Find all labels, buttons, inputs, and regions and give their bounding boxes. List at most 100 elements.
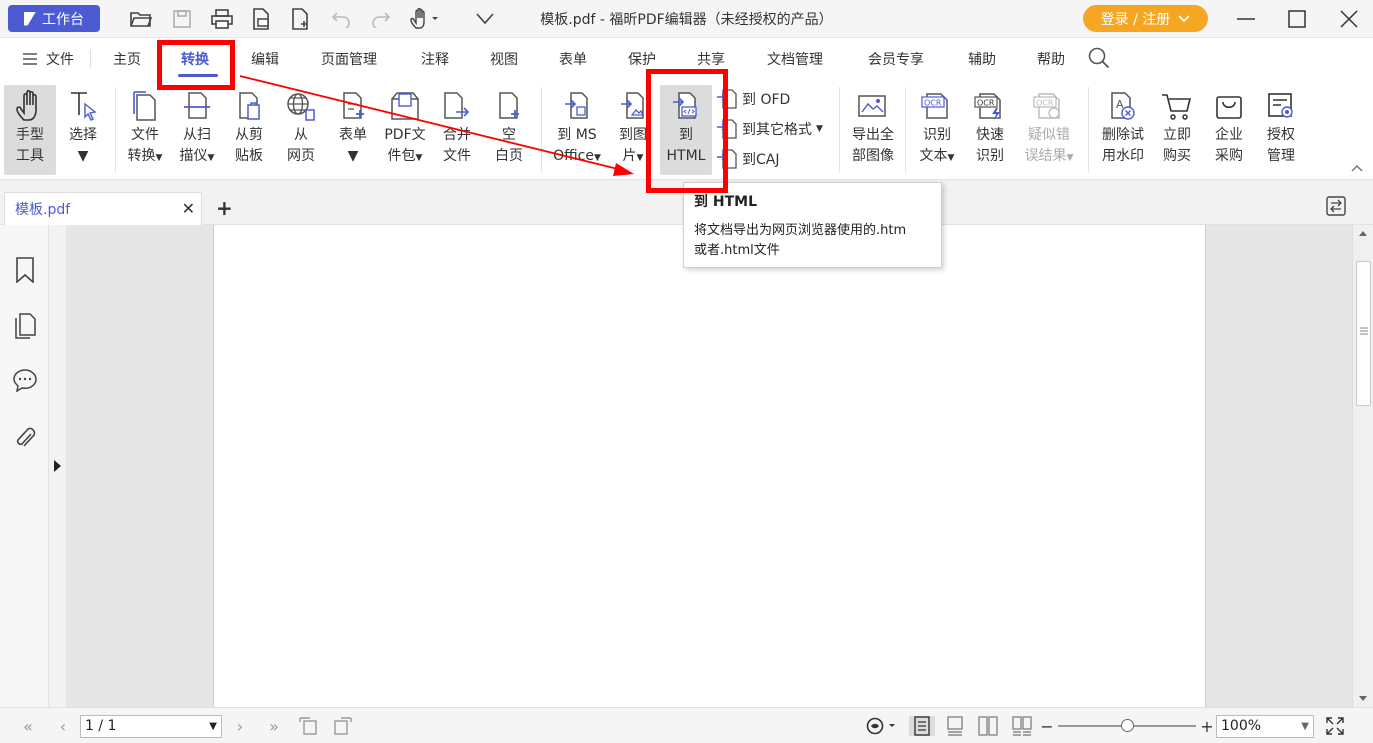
new-tab-icon[interactable]: +	[216, 196, 233, 220]
zoom-in-icon[interactable]: +	[1196, 716, 1218, 736]
previous-view-icon[interactable]	[297, 716, 319, 736]
next-view-icon[interactable]	[332, 716, 354, 736]
scrollbar-thumb[interactable]	[1356, 261, 1371, 406]
tab-help[interactable]: 帮助	[1037, 49, 1065, 69]
login-register-button[interactable]: 登录 / 注册	[1083, 5, 1208, 32]
blank-page-button[interactable]: 空 白页	[482, 85, 536, 175]
tab-page-management[interactable]: 页面管理	[321, 49, 377, 69]
tab-share[interactable]: 共享	[697, 49, 725, 69]
svg-text:OCR: OCR	[924, 99, 942, 108]
continuous-facing-view-icon[interactable]	[1011, 716, 1033, 736]
tab-assist[interactable]: 辅助	[968, 49, 996, 69]
form-button[interactable]: 表单 ▼	[326, 85, 380, 175]
fullscreen-icon[interactable]	[1324, 716, 1346, 736]
to-other-formats-button[interactable]: 到其它格式 ▼	[716, 118, 823, 140]
buy-now-button[interactable]: 立即 购买	[1150, 85, 1204, 175]
zoom-slider-thumb[interactable]	[1121, 719, 1134, 732]
bookmark-icon[interactable]	[13, 257, 37, 283]
single-page-view-icon[interactable]	[909, 716, 935, 736]
document-tab[interactable]: 模板.pdf ✕	[4, 192, 202, 225]
panel-toggle-icon[interactable]	[1326, 196, 1346, 220]
highlight-box-convert-tab	[157, 40, 235, 90]
workbench-label: 工作台	[42, 11, 84, 28]
undo-icon[interactable]	[328, 6, 354, 32]
facing-view-icon[interactable]	[977, 716, 999, 736]
quick-ocr-icon: OCR	[973, 87, 1007, 125]
navigation-panel	[0, 225, 48, 707]
collapse-ribbon-icon[interactable]	[1350, 161, 1364, 177]
tab-document-management[interactable]: 文档管理	[767, 49, 823, 69]
hand-tool-dropdown-icon[interactable]	[408, 6, 442, 32]
open-folder-icon[interactable]	[128, 6, 154, 32]
previous-page-icon[interactable]: ‹	[52, 716, 74, 736]
search-icon[interactable]	[1088, 47, 1110, 73]
zoom-dropdown-icon[interactable]: ▼	[1301, 716, 1309, 737]
remove-trial-watermark-button[interactable]: A 删除试 用水印	[1094, 85, 1152, 175]
cart-icon	[1160, 87, 1194, 125]
file-convert-button[interactable]: 文件 转换▼	[118, 85, 172, 175]
new-document-icon[interactable]	[287, 6, 313, 32]
tab-form[interactable]: 表单	[559, 49, 587, 69]
tab-member-exclusive[interactable]: 会员专享	[868, 49, 924, 69]
menu-divider	[90, 50, 91, 68]
print-icon[interactable]	[209, 6, 235, 32]
reading-mode-icon[interactable]	[864, 716, 898, 736]
zoom-out-icon[interactable]: −	[1036, 716, 1058, 736]
ribbon-divider	[1088, 87, 1089, 173]
pages-icon[interactable]	[13, 313, 37, 339]
save-icon[interactable]	[169, 6, 195, 32]
highlight-box-to-html	[646, 69, 728, 193]
enterprise-purchase-button[interactable]: 企业 采购	[1202, 85, 1256, 175]
attachment-icon[interactable]	[13, 425, 37, 451]
export-all-images-button[interactable]: 导出全 部图像	[844, 85, 902, 175]
last-page-icon[interactable]: »	[263, 716, 285, 736]
tab-view[interactable]: 视图	[490, 49, 518, 69]
page-dropdown-icon[interactable]: ▼	[209, 716, 217, 737]
continuous-view-icon[interactable]	[944, 716, 966, 736]
from-clipboard-button[interactable]: 从剪 贴板	[222, 85, 276, 175]
scroll-up-icon[interactable]	[1358, 229, 1368, 237]
to-ms-office-button[interactable]: 到 MS Office▼	[548, 85, 606, 175]
ocr-suspect-icon: OCR	[1032, 87, 1066, 125]
close-tab-icon[interactable]: ✕	[182, 199, 195, 218]
tab-home[interactable]: 主页	[113, 49, 141, 69]
comments-icon[interactable]	[13, 367, 37, 393]
quick-ocr-button[interactable]: OCR 快速 识别	[963, 85, 1017, 175]
dropdown-caret: ▼	[816, 124, 823, 134]
from-webpage-button[interactable]: 从 网页	[274, 85, 328, 175]
hamburger-icon	[23, 53, 37, 65]
vertical-scrollbar[interactable]	[1352, 225, 1373, 707]
page-number-field[interactable]: 1 / 1 ▼	[80, 715, 222, 738]
pdf-package-button[interactable]: PDF文 件包▼	[378, 85, 432, 175]
workbench-icon	[24, 11, 36, 26]
customize-toolbar-icon[interactable]	[472, 6, 498, 32]
tab-edit[interactable]: 编辑	[251, 49, 279, 69]
hand-tool-button[interactable]: 手型 工具	[4, 85, 56, 175]
tab-protect[interactable]: 保护	[628, 49, 656, 69]
maximize-icon[interactable]	[1282, 4, 1312, 34]
svg-text:OCR: OCR	[977, 99, 995, 108]
ribbon-divider	[541, 87, 542, 173]
minimize-icon[interactable]	[1231, 4, 1261, 34]
redo-icon[interactable]	[368, 6, 394, 32]
tab-annotate[interactable]: 注释	[421, 49, 449, 69]
license-management-button[interactable]: 授权 管理	[1254, 85, 1308, 175]
file-menu[interactable]: 文件	[22, 49, 74, 69]
select-tool-button[interactable]: 选择 ▼	[56, 85, 110, 175]
ribbon-divider	[905, 87, 906, 173]
scroll-down-icon[interactable]	[1358, 695, 1368, 703]
merge-files-button[interactable]: 合并 文件	[430, 85, 484, 175]
shopping-bag-icon	[1212, 87, 1246, 125]
from-scanner-button[interactable]: 从扫 描仪▼	[170, 85, 224, 175]
workbench-button[interactable]: 工作台	[8, 5, 100, 32]
panel-expander[interactable]	[48, 225, 66, 707]
first-page-icon[interactable]: «	[17, 716, 39, 736]
suspect-results-button[interactable]: OCR 疑似错 误结果▼	[1018, 85, 1080, 175]
ocr-text-button[interactable]: OCR 识别 文本▼	[910, 85, 964, 175]
scan-document-icon[interactable]	[248, 6, 274, 32]
watermark-remove-icon: A	[1106, 87, 1140, 125]
zoom-field[interactable]: 100% ▼	[1216, 715, 1314, 738]
next-page-icon[interactable]: ›	[229, 716, 251, 736]
chevron-down-icon	[1178, 14, 1190, 22]
close-icon[interactable]	[1334, 4, 1364, 34]
